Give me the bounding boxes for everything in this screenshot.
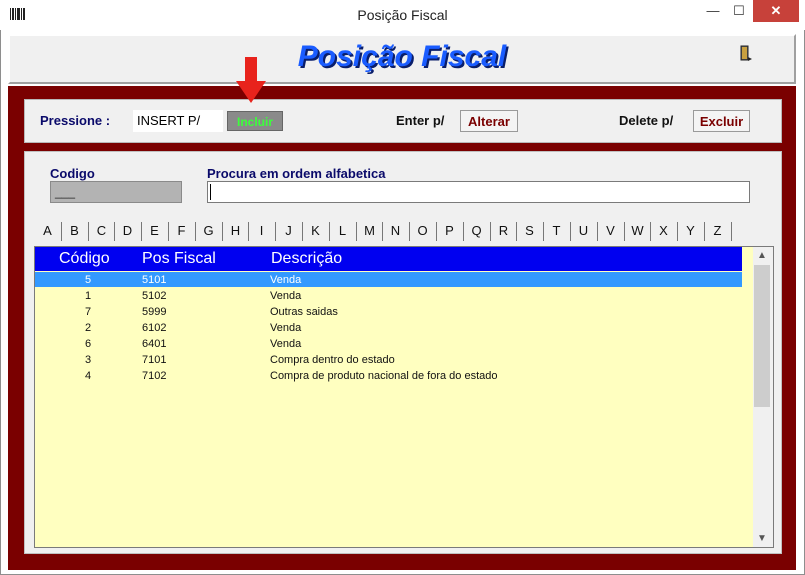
scroll-up-icon[interactable]: ▲: [753, 248, 771, 264]
incluir-button[interactable]: Incluir: [227, 111, 283, 131]
cell-descricao[interactable]: Compra de produto nacional de fora do es…: [270, 368, 498, 384]
tab-a[interactable]: A: [34, 221, 61, 241]
cell-descricao[interactable]: Compra dentro do estado: [270, 352, 395, 368]
cell-pos-fiscal[interactable]: 6102: [142, 320, 166, 336]
tab-l[interactable]: L: [329, 221, 356, 241]
tab-o[interactable]: O: [409, 221, 436, 241]
procura-input[interactable]: [207, 181, 750, 203]
maximize-button[interactable]: ☐: [726, 0, 752, 22]
tab-b[interactable]: B: [61, 221, 88, 241]
cell-codigo[interactable]: 4: [85, 368, 91, 384]
tab-g[interactable]: G: [195, 221, 222, 241]
tab-r[interactable]: R: [490, 221, 517, 241]
tab-i[interactable]: I: [248, 221, 275, 241]
cell-codigo[interactable]: 2: [85, 320, 91, 336]
tab-t[interactable]: T: [543, 221, 570, 241]
cell-pos-fiscal[interactable]: 7101: [142, 352, 166, 368]
codigo-field[interactable]: ___: [50, 181, 182, 203]
cell-pos-fiscal[interactable]: 5999: [142, 304, 166, 320]
tab-c[interactable]: C: [88, 221, 115, 241]
cell-codigo[interactable]: 6: [85, 336, 91, 352]
enter-label: Enter p/: [396, 113, 445, 128]
insert-hint: INSERT P/: [133, 110, 223, 132]
cell-pos-fiscal[interactable]: 5101: [142, 272, 166, 288]
window-title: Posição Fiscal: [357, 7, 448, 23]
tab-m[interactable]: M: [356, 221, 383, 241]
header-pos-fiscal[interactable]: Pos Fiscal: [142, 247, 216, 271]
close-button[interactable]: ✕: [753, 0, 799, 22]
tab-u[interactable]: U: [570, 221, 597, 241]
tab-j[interactable]: J: [275, 221, 302, 241]
page-title: Posição Fiscal: [297, 40, 507, 73]
tab-v[interactable]: V: [597, 221, 624, 241]
tab-q[interactable]: Q: [463, 221, 490, 241]
tab-separator: [731, 222, 732, 241]
codigo-label: Codigo: [50, 166, 95, 181]
cell-descricao[interactable]: Venda: [270, 320, 301, 336]
excluir-button[interactable]: Excluir: [693, 110, 750, 132]
tab-w[interactable]: W: [624, 221, 651, 241]
cell-pos-fiscal[interactable]: 6401: [142, 336, 166, 352]
cell-descricao[interactable]: Venda: [270, 336, 301, 352]
tab-z[interactable]: Z: [704, 221, 731, 241]
minimize-button[interactable]: —: [700, 0, 726, 22]
cell-pos-fiscal[interactable]: 5102: [142, 288, 166, 304]
exit-door-icon[interactable]: [738, 44, 754, 64]
red-down-arrow-icon: [236, 57, 266, 103]
delete-label: Delete p/: [619, 113, 674, 128]
tab-x[interactable]: X: [650, 221, 677, 241]
tab-k[interactable]: K: [302, 221, 329, 241]
tab-s[interactable]: S: [516, 221, 543, 241]
tab-f[interactable]: F: [168, 221, 195, 241]
procura-label: Procura em ordem alfabetica: [207, 166, 386, 181]
tab-n[interactable]: N: [382, 221, 409, 241]
cell-codigo[interactable]: 7: [85, 304, 91, 320]
cell-descricao[interactable]: Venda: [270, 272, 301, 288]
cell-pos-fiscal[interactable]: 7102: [142, 368, 166, 384]
tab-d[interactable]: D: [114, 221, 141, 241]
cell-codigo[interactable]: 1: [85, 288, 91, 304]
alterar-button[interactable]: Alterar: [460, 110, 518, 132]
tab-h[interactable]: H: [222, 221, 249, 241]
cell-descricao[interactable]: Venda: [270, 288, 301, 304]
tab-y[interactable]: Y: [677, 221, 704, 241]
header-codigo[interactable]: Código: [59, 247, 110, 271]
cell-codigo[interactable]: 3: [85, 352, 91, 368]
text-caret: [210, 184, 211, 200]
tab-e[interactable]: E: [141, 221, 168, 241]
cell-descricao[interactable]: Outras saidas: [270, 304, 338, 320]
header-descricao[interactable]: Descrição: [271, 247, 342, 271]
tab-p[interactable]: P: [436, 221, 463, 241]
scroll-down-icon[interactable]: ▼: [753, 531, 771, 547]
scrollbar-thumb[interactable]: [754, 265, 770, 407]
pressione-label: Pressione :: [40, 113, 111, 128]
cell-codigo[interactable]: 5: [85, 272, 91, 288]
